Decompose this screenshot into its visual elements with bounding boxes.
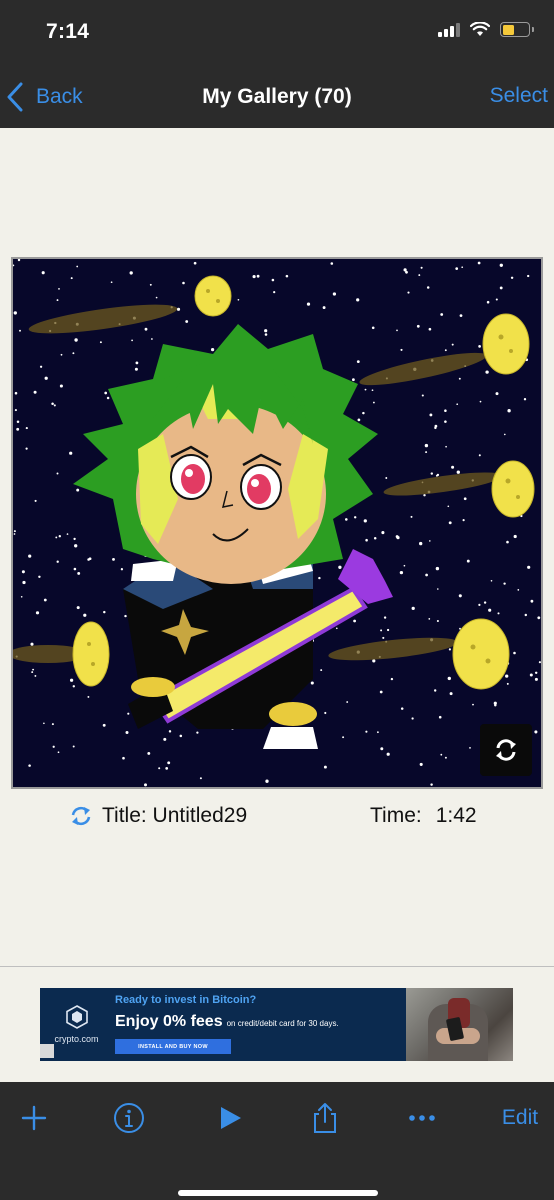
bottom-toolbar: Edit [0, 1082, 554, 1200]
flip-button[interactable] [480, 724, 532, 776]
artwork-image [13, 259, 541, 787]
share-button[interactable] [309, 1102, 341, 1134]
artwork-info: Title: Untitled29 Time: 1:42 [0, 802, 554, 832]
ad-headline: Ready to invest in Bitcoin? [115, 994, 257, 1006]
artwork-preview[interactable] [11, 257, 543, 789]
status-time: 7:14 [46, 20, 90, 43]
cellular-signal-icon [438, 22, 460, 37]
status-icons [438, 22, 534, 37]
more-button[interactable] [405, 1102, 439, 1134]
home-indicator [178, 1190, 378, 1196]
ad-main-bold: Enjoy 0% fees [115, 1013, 223, 1030]
ad-photo [406, 988, 513, 1061]
ad-brand: crypto.com [54, 1034, 99, 1044]
wifi-icon [470, 22, 490, 36]
crypto-com-logo-icon [65, 1005, 88, 1029]
refresh-icon[interactable] [68, 804, 94, 828]
plus-icon [21, 1105, 47, 1131]
time-label: Time: [370, 804, 422, 827]
ad-cta-button[interactable]: INSTALL AND BUY NOW [115, 1039, 231, 1054]
page-title: My Gallery (70) [202, 85, 352, 108]
play-icon [221, 1107, 241, 1129]
top-bar: 7:14 Back My Gallery (70) Select [0, 0, 554, 128]
ad-main-text: Enjoy 0% fees on credit/debit card for 30… [115, 1013, 339, 1031]
ad-main-small: on credit/debit card for 30 days. [226, 1019, 339, 1028]
artwork-title: Title: Untitled29 [102, 804, 248, 827]
adchoices-icon[interactable] [40, 1044, 54, 1058]
ellipsis-icon [409, 1115, 435, 1121]
edit-button[interactable]: Edit [496, 1102, 544, 1134]
time-info: Time: 1:42 [370, 804, 477, 828]
share-icon [314, 1103, 336, 1133]
title-info[interactable]: Title: Untitled29 [68, 804, 247, 828]
select-button[interactable]: Select [490, 84, 548, 108]
battery-fill [502, 24, 514, 35]
navigation-bar: Back My Gallery (70) Select [0, 72, 554, 124]
battery-icon [500, 22, 534, 37]
divider [0, 966, 554, 967]
ad-banner[interactable]: crypto.com Ready to invest in Bitcoin? E… [40, 988, 513, 1061]
play-button[interactable] [214, 1102, 246, 1134]
time-value: 1:42 [435, 804, 477, 827]
rotate-arrows-icon [496, 739, 516, 761]
info-button[interactable] [112, 1102, 146, 1134]
info-icon [114, 1103, 144, 1133]
add-button[interactable] [18, 1102, 50, 1134]
